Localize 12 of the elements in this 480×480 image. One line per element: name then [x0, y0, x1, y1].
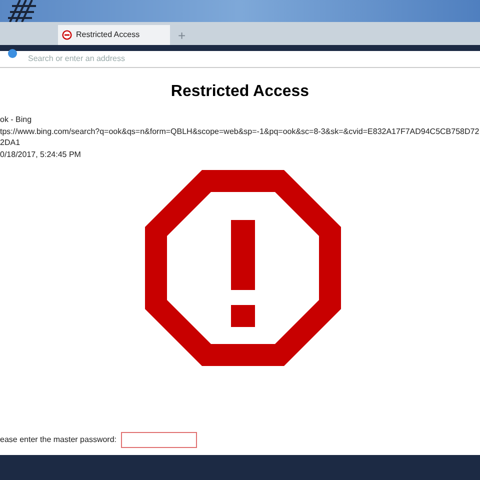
browser-tab[interactable]: Restricted Access — [58, 25, 170, 45]
detail-text: tps://www.bing.com/search?q=ook&qs=n&form=QBLH&scope=web&sp=-1&pq=ook&sc=8-3&sk=&cvid=E832A17F7AD94C5CB758D722DA1 — [0, 126, 480, 148]
warning-octagon-icon — [145, 170, 341, 366]
detail-text: 0/18/2017, 5:24:45 PM — [0, 149, 82, 160]
favicon-icon — [8, 49, 17, 58]
address-field[interactable]: Search or enter an address — [0, 50, 480, 68]
stop-sign-icon — [62, 30, 72, 40]
detail-text: ok - Bing — [0, 114, 33, 125]
password-label: ease enter the master password: — [0, 434, 117, 446]
password-field[interactable] — [120, 432, 197, 448]
page-title: Restricted Access — [170, 82, 310, 102]
tab-title: Restricted Access — [76, 29, 140, 41]
